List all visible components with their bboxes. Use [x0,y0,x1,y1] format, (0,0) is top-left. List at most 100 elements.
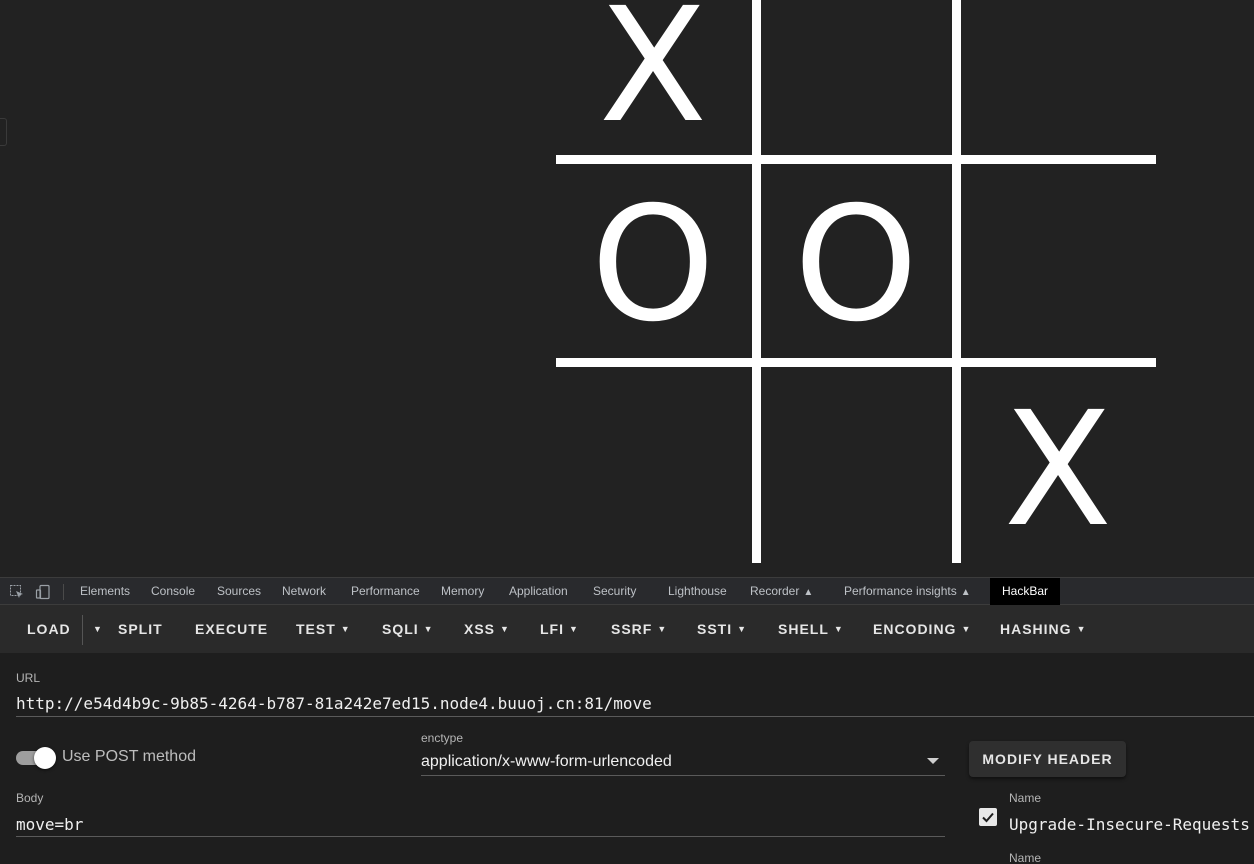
modify-header-button[interactable]: MODIFY HEADER [969,741,1126,777]
tab-recorder-label: Recorder [750,584,800,598]
cell-4-mark: O [590,173,716,357]
chevron-down-icon: ▼ [961,624,972,634]
cell-1-mark: X [598,0,708,158]
body-label: Body [16,791,44,805]
load-button[interactable]: LOAD [27,605,71,653]
xss-menu-label: XSS [464,621,496,637]
execute-button-label: EXECUTE [195,621,269,637]
header-enabled-checkbox[interactable] [979,808,997,826]
board-cell-5[interactable]: O [756,163,956,367]
url-label: URL [16,671,41,685]
enctype-select[interactable]: application/x-www-form-urlencoded [421,753,672,771]
inspect-element-icon[interactable] [8,583,26,601]
ssrf-menu-button[interactable]: SSRF ▼ [611,605,667,653]
tab-network[interactable]: Network [282,578,326,605]
chevron-down-icon: ▼ [737,624,748,634]
tab-performance-insights[interactable]: Performance insights ▲ [844,578,971,605]
url-input-underline [16,716,1254,717]
tab-console[interactable]: Console [151,578,195,605]
tab-lighthouse-label: Lighthouse [668,584,727,598]
tab-sources-label: Sources [217,584,262,598]
enctype-select-underline [421,775,945,776]
tab-performance-insights-label: Performance insights [844,584,957,598]
lfi-menu-label: LFI [540,621,564,637]
chevron-down-icon: ▼ [657,624,668,634]
shell-menu-label: SHELL [778,621,829,637]
tab-performance[interactable]: Performance [351,578,420,605]
encoding-menu-label: ENCODING [873,621,957,637]
ssti-menu-label: SSTI [697,621,733,637]
tab-elements-label: Elements [80,584,131,598]
split-button-label: SPLIT [118,621,163,637]
header-name-label: Name [1009,791,1042,805]
tab-elements[interactable]: Elements [80,578,130,605]
url-input[interactable]: http://e54d4b9c-9b85-4264-b787-81a242e7e… [16,694,652,713]
tab-memory-label: Memory [441,584,485,598]
chevron-down-icon: ▼ [833,624,844,634]
chevron-down-icon: ▼ [93,624,103,634]
tab-recorder[interactable]: Recorder ▲ [750,578,813,605]
encoding-menu-button[interactable]: ENCODING ▼ [873,605,971,653]
enctype-dropdown-arrow-icon[interactable] [927,758,939,764]
body-input[interactable]: move=br [16,815,83,834]
sqli-menu-button[interactable]: SQLI ▼ [382,605,434,653]
tab-hackbar-label: HackBar [1002,584,1049,598]
xss-menu-button[interactable]: XSS ▼ [464,605,510,653]
chevron-down-icon: ▼ [340,624,351,634]
ssrf-menu-label: SSRF [611,621,653,637]
tab-lighthouse[interactable]: Lighthouse [668,578,727,605]
load-options-button[interactable]: ▼ [88,605,103,653]
board-cell-6[interactable] [960,163,1160,367]
board-cell-4[interactable]: O [553,163,753,367]
device-toolbar-icon[interactable] [34,583,52,601]
board-cell-3[interactable] [960,0,1160,168]
tab-bar-separator [63,584,64,600]
split-button[interactable]: SPLIT [118,605,163,653]
tab-hackbar[interactable]: HackBar [990,578,1061,605]
test-menu-label: TEST [296,621,336,637]
test-menu-button[interactable]: TEST ▼ [296,605,351,653]
toggle-knob [34,747,56,769]
post-method-label: Use POST method [62,748,196,765]
devtools-tab-bar: Elements Console Sources Network Perform… [0,577,1254,605]
chevron-down-icon: ▼ [1076,624,1087,634]
tic-tac-toe-page: X O O X [0,0,1254,577]
board-cell-2[interactable] [757,0,957,168]
hashing-menu-button[interactable]: HASHING ▼ [1000,605,1086,653]
board-cell-9[interactable]: X [958,368,1158,572]
chevron-down-icon: ▼ [500,624,510,634]
modify-header-label: MODIFY HEADER [982,751,1113,767]
body-input-underline [16,836,945,837]
board-cell-7[interactable] [553,368,753,572]
hashing-menu-label: HASHING [1000,621,1072,637]
tab-console-label: Console [151,584,196,598]
lfi-menu-button[interactable]: LFI ▼ [540,605,579,653]
ssti-menu-button[interactable]: SSTI ▼ [697,605,747,653]
load-button-label: LOAD [27,621,71,637]
tab-security[interactable]: Security [593,578,636,605]
cell-5-mark: O [793,173,919,357]
devtools-panel: Elements Console Sources Network Perform… [0,577,1254,864]
browser-window: X O O X Elements Console Sources Network [0,0,1254,864]
board-cell-8[interactable] [756,368,956,572]
tab-network-label: Network [282,584,327,598]
execute-button[interactable]: EXECUTE [195,605,268,653]
shell-menu-button[interactable]: SHELL ▼ [778,605,844,653]
board-cell-1[interactable]: X [553,0,753,168]
sqli-menu-label: SQLI [382,621,419,637]
load-divider [82,615,83,645]
page-edge-marker [0,118,7,146]
tab-sources[interactable]: Sources [217,578,261,605]
header-name-input[interactable]: Upgrade-Insecure-Requests [1009,815,1250,834]
chevron-down-icon: ▼ [569,624,579,634]
post-method-toggle[interactable] [16,747,56,769]
chevron-down-icon: ▼ [423,624,434,634]
tab-application[interactable]: Application [509,578,568,605]
flask-icon: ▲ [803,587,814,598]
flask-icon: ▲ [960,587,971,598]
tab-memory[interactable]: Memory [441,578,484,605]
checkmark-icon [982,812,994,823]
tab-performance-label: Performance [351,584,420,598]
enctype-label: enctype [421,731,464,745]
tab-security-label: Security [593,584,637,598]
